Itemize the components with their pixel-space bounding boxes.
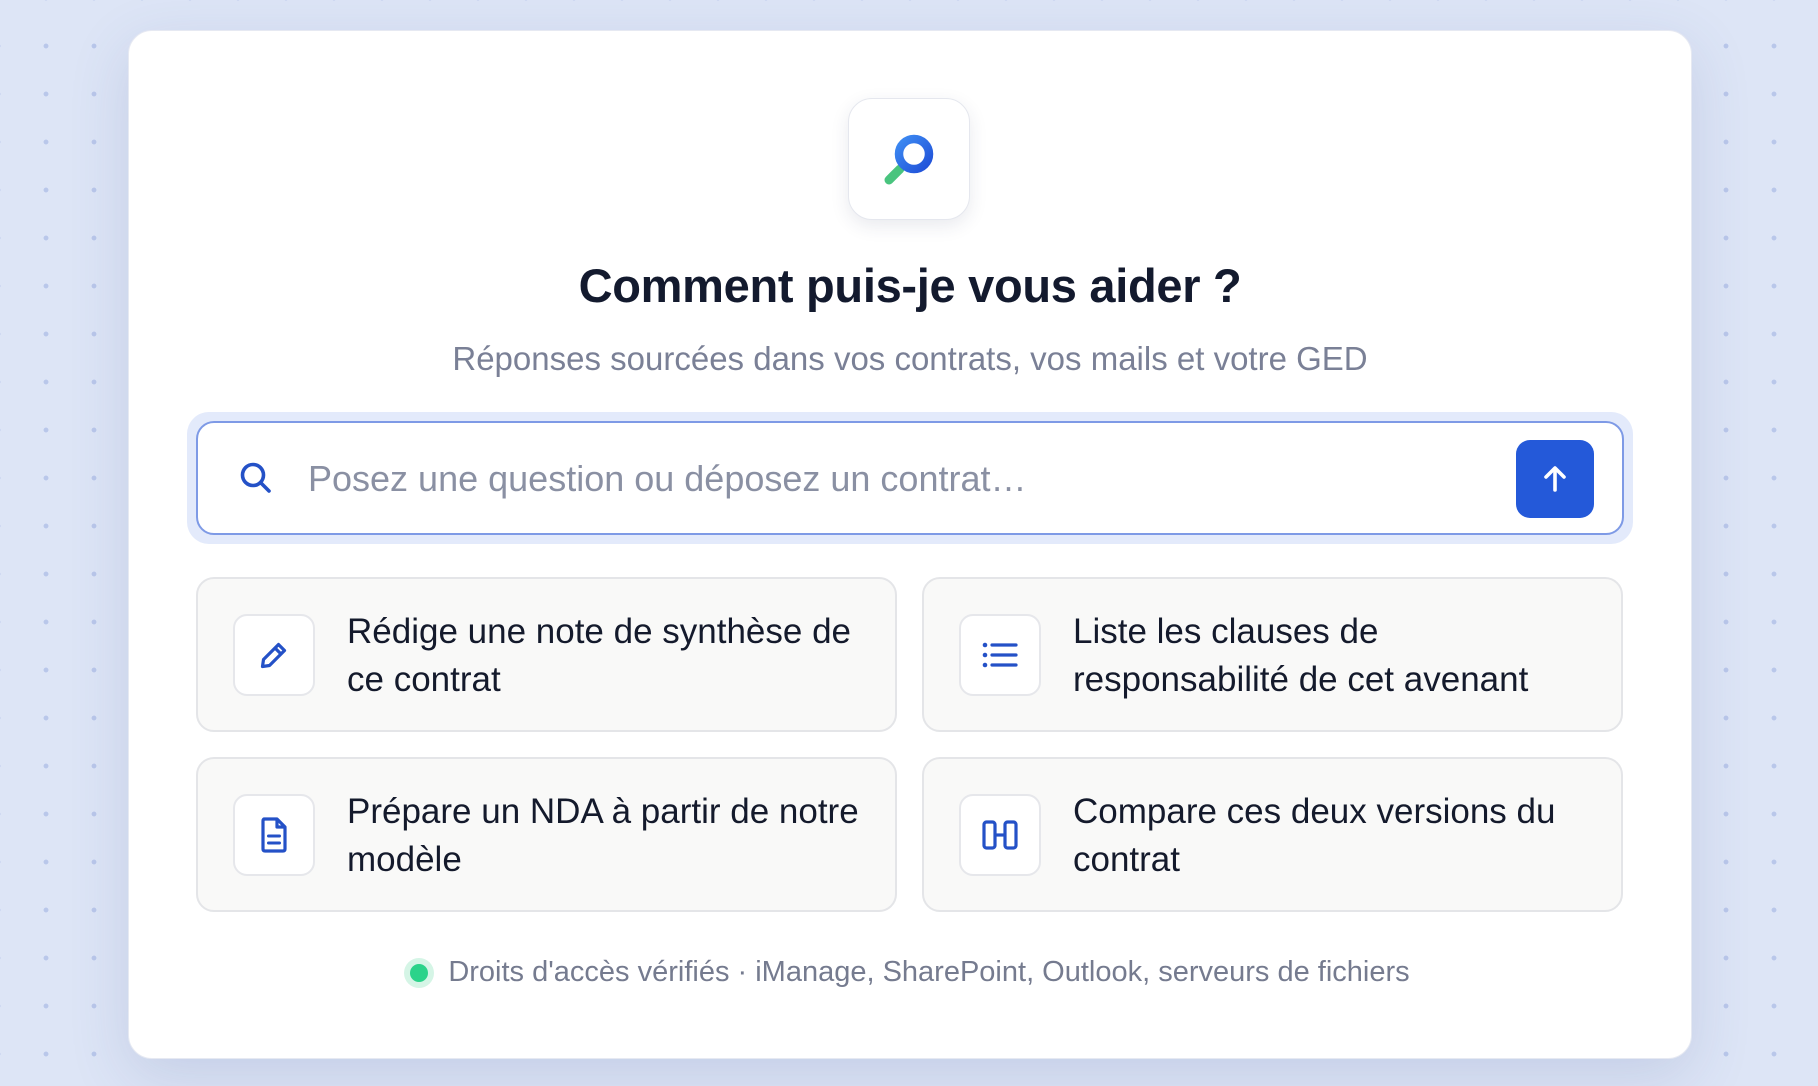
suggestion-label: Prépare un NDA à partir de notre modèle (347, 792, 859, 879)
page-subtitle: Réponses sourcées dans vos contrats, vos… (452, 340, 1368, 377)
search-box (196, 421, 1624, 535)
suggestion-label: Rédige une note de synthèse de ce contra… (347, 612, 851, 699)
compare-columns-icon (982, 820, 1018, 850)
suggestion-card-clauses[interactable]: Liste les clauses de responsabilité de c… (922, 577, 1623, 732)
pencil-icon (260, 642, 287, 669)
suggestion-card-compare[interactable]: Compare ces deux versions du contrat (922, 757, 1623, 912)
suggestion-card-nda[interactable]: Prépare un NDA à partir de notre modèle (196, 757, 897, 912)
arrow-up-icon (1544, 466, 1566, 492)
app-logo (848, 98, 970, 220)
document-icon (261, 817, 287, 853)
access-status: Droits d'accès vérifiés · iManage, Share… (129, 956, 1691, 989)
suggestion-card-summary[interactable]: Rédige une note de synthèse de ce contra… (196, 577, 897, 732)
search-input[interactable] (308, 443, 1458, 515)
status-dot-icon (410, 963, 429, 982)
search-bar (187, 412, 1633, 544)
assistant-panel: Comment puis-je vous aider ? Réponses so… (128, 30, 1692, 1059)
card-icon-tile (233, 794, 315, 876)
access-status-text: Droits d'accès vérifiés · iManage, Share… (448, 956, 1410, 988)
search-icon (236, 458, 276, 498)
suggestion-label: Liste les clauses de responsabilité de c… (1073, 612, 1529, 699)
list-icon (982, 642, 1018, 668)
card-icon-tile (959, 614, 1041, 696)
card-icon-tile (233, 614, 315, 696)
card-icon-tile (959, 794, 1041, 876)
send-button[interactable] (1516, 440, 1594, 518)
suggestion-label: Compare ces deux versions du contrat (1073, 792, 1556, 879)
page-title: Comment puis-je vous aider ? (578, 259, 1242, 312)
search-logo-icon (884, 134, 934, 185)
